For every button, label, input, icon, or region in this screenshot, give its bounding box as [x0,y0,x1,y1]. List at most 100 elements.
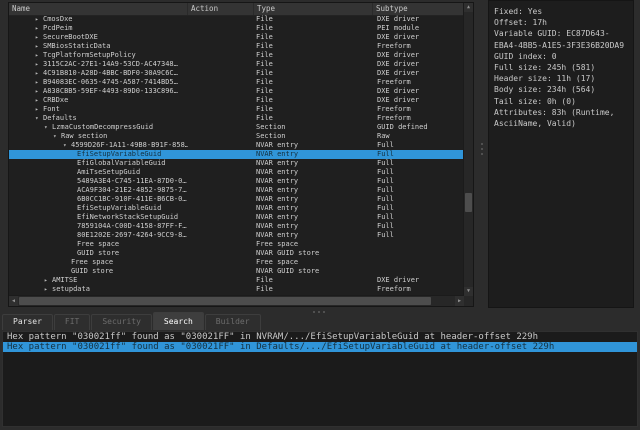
tree-row-subtype-cell: Full [373,159,464,168]
tree-row[interactable]: GUID storeNVAR GUID store [9,249,464,258]
tree-row[interactable]: EfiGlobalVariableGuidNVAR entryFull [9,159,464,168]
tree-row[interactable]: Free spaceFree space [9,258,464,267]
scroll-left-icon[interactable]: ◀ [9,296,18,306]
tree-row-subtype-cell: Freeform [373,285,464,294]
scroll-down-icon[interactable]: ▼ [464,287,473,296]
expand-arrow-icon[interactable]: ▸ [44,276,52,285]
tree-row-name-cell: EfiSetupVariableGuid [9,204,188,213]
expand-arrow-icon[interactable]: ▸ [35,15,43,24]
tree-vertical-scrollbar[interactable]: ▲ ▼ [463,3,473,296]
tree-row[interactable]: ▸AMITSEFileDXE driver [9,276,464,285]
tree-row-name-cell: GUID store [9,267,188,276]
tree-row[interactable]: ▸setupdataFileFreeform [9,285,464,294]
tree-item-label: Defaults [43,114,77,123]
collapse-arrow-icon[interactable]: ▾ [63,141,71,150]
scroll-up-icon[interactable]: ▲ [464,3,473,12]
tree-row[interactable]: 6B0CC1BC-910F-411E-B6CB-0…NVAR entryFull [9,195,464,204]
tree-row[interactable]: EfiSetupVariableGuidNVAR entryFull [9,150,464,159]
tree-item-label: EfiSetupVariableGuid [77,204,161,213]
tree-row[interactable]: ▸CmosDxeFileDXE driver [9,15,464,24]
tree-row[interactable]: 80E1202E-2697-4264-9CC9-8…NVAR entryFull [9,231,464,240]
no-arrow-spacer [63,258,71,267]
tree-row[interactable]: ▸SMBiosStaticDataFileFreeform [9,42,464,51]
no-arrow-spacer [69,231,77,240]
tree-row-subtype-cell: DXE driver [373,60,464,69]
search-result-row[interactable]: Hex pattern "030021ff" found as "030021F… [3,332,637,342]
tree-row[interactable]: Free spaceFree space [9,240,464,249]
tree-row-type-cell: File [254,78,373,87]
tree-row[interactable]: ▸FontFileFreeform [9,105,464,114]
tree-row[interactable]: ▸4C91B810-A28D-4BBC-BDF0-30A9C6C…FileDXE… [9,69,464,78]
no-arrow-spacer [69,195,77,204]
collapse-arrow-icon[interactable]: ▾ [35,114,43,123]
tree-row[interactable]: 5489A3E4-C745-11EA-87D0-0…NVAR entryFull [9,177,464,186]
tree-row[interactable]: ACA9F304-21E2-4852-9875-7…NVAR entryFull [9,186,464,195]
tree-row-name-cell: ▸3115C2AC-27E1-14A9-53CD-AC47348… [9,60,188,69]
tree-row[interactable]: ▾4599D26F-1A11-49B8-B91F-858…NVAR entryF… [9,141,464,150]
tree-row[interactable]: ▸B94083EC-0635-4745-A587-7414BD5…FileFre… [9,78,464,87]
tree-row[interactable]: EfiNetworkStackSetupGuidNVAR entryFull [9,213,464,222]
collapse-arrow-icon[interactable]: ▾ [44,123,52,132]
tab-parser[interactable]: Parser [2,314,53,330]
tree-row[interactable]: ▸TcgPlatformSetupPolicyFileDXE driver [9,51,464,60]
tree-row[interactable]: 7859104A-C00D-4158-87FF-F…NVAR entryFull [9,222,464,231]
tree-row-type-cell: NVAR entry [254,204,373,213]
expand-arrow-icon[interactable]: ▸ [35,105,43,114]
tree-row[interactable]: GUID storeNVAR GUID store [9,267,464,276]
tree-row[interactable]: ▾LzmaCustomDecompressGuidSectionGUID def… [9,123,464,132]
tree-row[interactable]: ▸SecureBootDXEFileDXE driver [9,33,464,42]
expand-arrow-icon[interactable]: ▸ [35,87,43,96]
horizontal-splitter-handle[interactable] [313,309,325,314]
tree-row[interactable]: ▸PcdPeimFilePEI module [9,24,464,33]
tree-row[interactable]: ▾DefaultsFileFreeform [9,114,464,123]
expand-arrow-icon[interactable]: ▸ [35,60,43,69]
tree-row-name-cell: ▸PcdPeim [9,24,188,33]
column-header-type[interactable]: Type [254,3,373,15]
no-arrow-spacer [69,213,77,222]
tree-row[interactable]: ▸3115C2AC-27E1-14A9-53CD-AC47348…FileDXE… [9,60,464,69]
expand-arrow-icon[interactable]: ▸ [35,96,43,105]
tree-row-action-cell [188,51,254,60]
tree-rows: ▸CmosDxeFileDXE driver▸PcdPeimFilePEI mo… [9,15,464,296]
vertical-splitter-handle[interactable] [479,143,484,155]
expand-arrow-icon[interactable]: ▸ [44,285,52,294]
column-header-action[interactable]: Action [188,3,254,15]
expand-arrow-icon[interactable]: ▸ [35,42,43,51]
tree-row[interactable]: ▸A838CBB5-59EF-4493-89D0-133C896…FileDXE… [9,87,464,96]
tree-item-label: Free space [77,240,119,249]
tree-row[interactable]: ▾Raw sectionSectionRaw [9,132,464,141]
scroll-right-icon[interactable]: ▶ [455,296,464,306]
expand-arrow-icon[interactable]: ▸ [35,33,43,42]
tree-row-name-cell: AmiTseSetupGuid [9,168,188,177]
tree-item-label: AMITSE [52,276,77,285]
tree-row-subtype-cell: DXE driver [373,51,464,60]
tree-row-name-cell: ▸Font [9,105,188,114]
tree-row-type-cell: Section [254,132,373,141]
column-header-subtype[interactable]: Subtype [373,3,464,15]
tree-row-action-cell [188,159,254,168]
tree-row[interactable]: AmiTseSetupGuidNVAR entryFull [9,168,464,177]
expand-arrow-icon[interactable]: ▸ [35,69,43,78]
collapse-arrow-icon[interactable]: ▾ [53,132,61,141]
column-header-name[interactable]: Name [9,3,188,15]
tree-row-action-cell [188,78,254,87]
expand-arrow-icon[interactable]: ▸ [35,24,43,33]
tree-row[interactable]: EfiSetupVariableGuidNVAR entryFull [9,204,464,213]
tree-item-label: 7859104A-C00D-4158-87FF-F… [77,222,187,231]
search-result-row[interactable]: Hex pattern "030021ff" found as "030021F… [3,342,637,352]
expand-arrow-icon[interactable]: ▸ [35,51,43,60]
tab-search[interactable]: Search [153,312,204,330]
tree-row-action-cell [188,141,254,150]
expand-arrow-icon[interactable]: ▸ [35,78,43,87]
tree-horizontal-scrollbar[interactable]: ◀ ▶ [9,295,464,306]
tree-row-type-cell: File [254,285,373,294]
horizontal-scroll-thumb[interactable] [19,297,431,305]
tree-row[interactable]: ▸CRBDxeFileDXE driver [9,96,464,105]
tree-row-name-cell: EfiNetworkStackSetupGuid [9,213,188,222]
tree-row-action-cell [188,105,254,114]
tree-row-action-cell [188,123,254,132]
tree-item-label: 3115C2AC-27E1-14A9-53CD-AC47348… [43,60,178,69]
tree-item-label: Font [43,105,60,114]
vertical-scroll-thumb[interactable] [465,193,472,212]
tree-row-action-cell [188,15,254,24]
